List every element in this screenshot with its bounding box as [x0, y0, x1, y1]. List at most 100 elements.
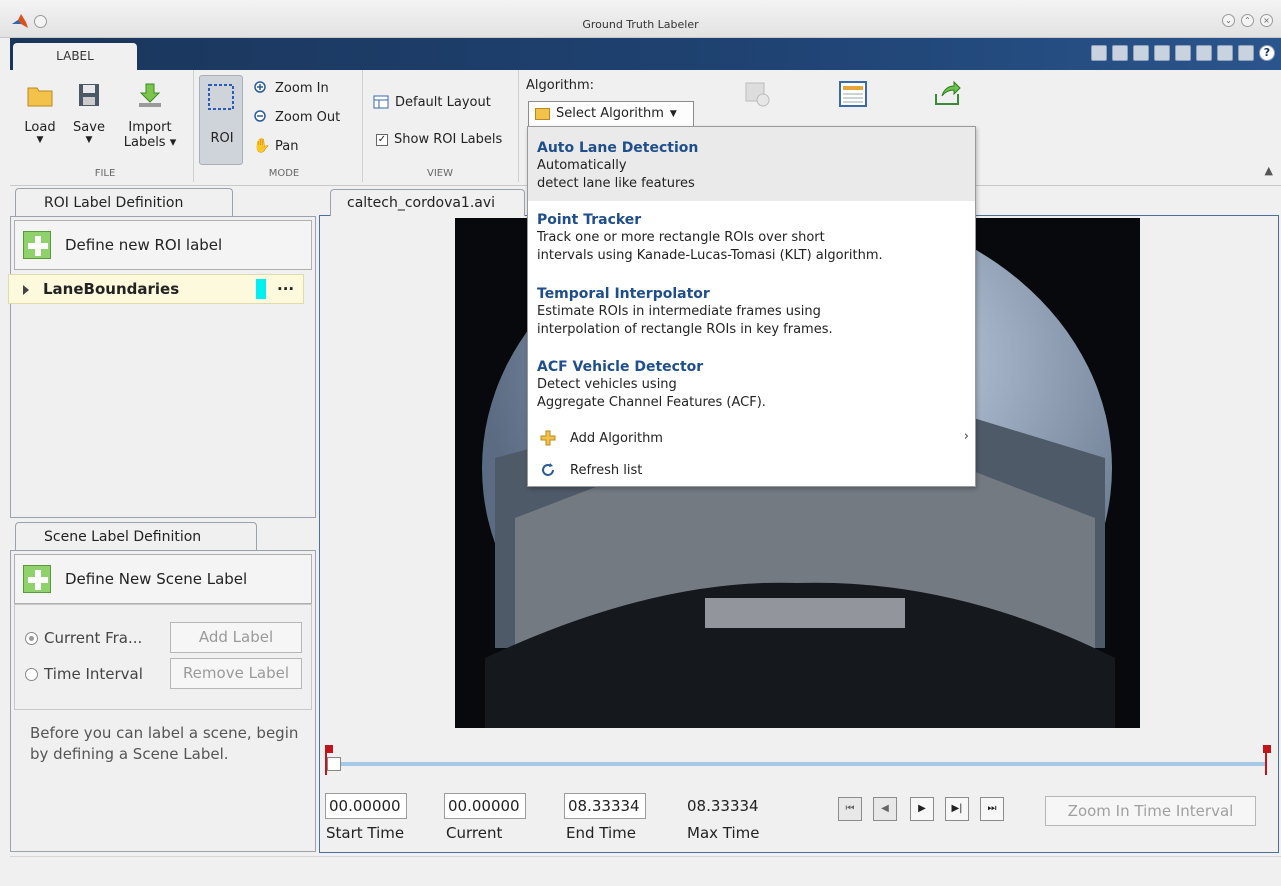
- label-options-icon[interactable]: ···: [277, 275, 294, 303]
- expand-arrow-icon[interactable]: [23, 285, 29, 295]
- menu-item-title: ACF Vehicle Detector: [537, 359, 704, 375]
- end-marker-line: [1265, 745, 1267, 775]
- tab-roi-label-definition[interactable]: ROI Label Definition: [15, 188, 233, 218]
- zoom-in-label: Zoom In: [275, 80, 329, 96]
- define-roi-label-button[interactable]: Define new ROI label: [14, 220, 312, 270]
- save-quick-icon[interactable]: [1112, 45, 1128, 61]
- radio-interval-label: Time Interval: [44, 665, 143, 683]
- add-label-button[interactable]: Add Label: [170, 622, 302, 653]
- hand-icon: ✋: [253, 138, 271, 154]
- menu-item-auto-lane-detection[interactable]: Auto Lane Detection Automatically detect…: [528, 127, 975, 201]
- default-layout-label: Default Layout: [395, 94, 491, 110]
- current-time-field[interactable]: 00.00000: [444, 793, 526, 819]
- roi-rectangle-icon: [208, 84, 234, 110]
- window-title: Ground Truth Labeler: [582, 18, 699, 31]
- define-scene-label-text: Define New Scene Label: [65, 570, 248, 588]
- end-time-field[interactable]: 08.33334: [564, 793, 646, 819]
- next-frame-icon[interactable]: ▶|: [945, 797, 969, 821]
- chevron-down-icon: ▼: [669, 109, 677, 119]
- remove-label-button[interactable]: Remove Label: [170, 658, 302, 689]
- roi-label-row[interactable]: LaneBoundaries ···: [8, 274, 304, 304]
- refresh-icon: [542, 463, 554, 476]
- first-frame-icon[interactable]: ⏮: [838, 797, 862, 821]
- window-controls: ⌄ ⌃ ×: [1222, 14, 1273, 27]
- define-roi-label-text: Define new ROI label: [65, 236, 223, 254]
- zoom-in-icon: [254, 81, 266, 93]
- undo-icon[interactable]: [1196, 45, 1212, 61]
- chevron-down-icon: ▼: [36, 135, 44, 145]
- timeline-slider[interactable]: [330, 762, 1266, 766]
- chevron-right-icon: ›: [963, 429, 969, 444]
- pan-label: Pan: [275, 138, 299, 154]
- section-view: VIEW: [427, 168, 453, 179]
- minimize-icon[interactable]: ⌄: [1222, 14, 1235, 27]
- divider: [362, 70, 363, 182]
- start-time-field[interactable]: 00.00000: [325, 793, 407, 819]
- zoom-in-button[interactable]: Zoom In: [253, 80, 329, 96]
- divider: [518, 70, 519, 182]
- import-label: Import: [128, 120, 172, 135]
- redo-icon[interactable]: [1217, 45, 1233, 61]
- select-algorithm-dropdown[interactable]: Select Algorithm ▼: [528, 101, 694, 127]
- menu-item-desc: Detect vehicles using: [537, 377, 677, 392]
- zoom-in-time-interval-button[interactable]: Zoom In Time Interval: [1045, 796, 1256, 826]
- chevron-down-icon: ▼: [85, 135, 93, 145]
- play-icon[interactable]: ▶: [910, 797, 934, 821]
- current-time-label: Current: [446, 824, 503, 842]
- title-bar: Ground Truth Labeler ⌄ ⌃ ×: [0, 0, 1281, 38]
- add-icon: [23, 565, 51, 593]
- shortcut-icon[interactable]: [1091, 45, 1107, 61]
- roi-button[interactable]: ROI: [199, 75, 243, 165]
- refresh-list-label: Refresh list: [570, 462, 643, 478]
- add-algorithm-menu-item[interactable]: Add Algorithm: [540, 430, 970, 446]
- define-scene-label-button[interactable]: Define New Scene Label: [14, 554, 312, 604]
- section-file: FILE: [94, 168, 116, 179]
- show-roi-labels-checkbox[interactable]: ✓ Show ROI Labels: [376, 132, 502, 147]
- tab-video-file[interactable]: caltech_cordova1.avi: [330, 189, 525, 216]
- scene-options-box: [14, 604, 312, 710]
- algorithm-label: Algorithm:: [526, 78, 595, 93]
- help-icon[interactable]: ?: [1259, 45, 1275, 61]
- max-time-value: 08.33334: [687, 797, 759, 815]
- refresh-list-menu-item[interactable]: Refresh list: [540, 462, 642, 478]
- ribbon-tab-bar: LABEL ?: [10, 38, 1281, 70]
- menu-item-temporal-interpolator[interactable]: Temporal Interpolator Estimate ROIs in i…: [528, 285, 975, 351]
- save-button[interactable]: Save ▼: [68, 82, 110, 145]
- copy-icon[interactable]: [1154, 45, 1170, 61]
- menu-item-acf-vehicle-detector[interactable]: ACF Vehicle Detector Detect vehicles usi…: [528, 358, 975, 424]
- cut-icon[interactable]: [1133, 45, 1149, 61]
- max-time-label: Max Time: [687, 824, 760, 842]
- pan-button[interactable]: ✋ Pan: [253, 138, 298, 154]
- current-time-handle[interactable]: [327, 757, 341, 771]
- last-frame-icon[interactable]: ⏭: [980, 797, 1004, 821]
- save-icon: [79, 84, 99, 106]
- menu-item-point-tracker[interactable]: Point Tracker Track one or more rectangl…: [528, 211, 975, 277]
- switch-window-icon[interactable]: [1238, 45, 1254, 61]
- menu-item-desc: Track one or more rectangle ROIs over sh…: [537, 230, 825, 245]
- end-time-label: End Time: [566, 824, 636, 842]
- previous-frame-icon[interactable]: ◀: [873, 797, 897, 821]
- import-labels-button[interactable]: Import Labels ▾: [118, 82, 182, 150]
- view-panel-icon: [839, 81, 867, 107]
- close-icon[interactable]: ×: [1260, 14, 1273, 27]
- maximize-icon[interactable]: ⌃: [1241, 14, 1254, 27]
- default-layout-button[interactable]: Default Layout: [373, 94, 491, 110]
- load-button[interactable]: Load ▼: [20, 82, 60, 145]
- quick-access-toolbar: ?: [1091, 45, 1275, 61]
- paste-icon[interactable]: [1175, 45, 1191, 61]
- menu-item-desc: interpolation of rectangle ROIs in key f…: [537, 322, 833, 337]
- add-algorithm-label: Add Algorithm: [570, 430, 663, 446]
- radio-current-frame[interactable]: Current Fra...: [25, 629, 142, 647]
- tab-scene-label-definition[interactable]: Scene Label Definition: [15, 522, 257, 552]
- zoom-out-icon: [254, 110, 266, 122]
- zoom-out-button[interactable]: Zoom Out: [253, 109, 340, 125]
- scene-hint-text: Before you can label a scene, begin by d…: [30, 724, 299, 763]
- roi-label: ROI: [210, 131, 234, 146]
- tab-label[interactable]: LABEL: [13, 43, 137, 70]
- status-bar: [10, 856, 1281, 886]
- collapse-ribbon-icon[interactable]: ▲: [1265, 164, 1273, 177]
- add-algorithm-icon: [540, 430, 556, 446]
- radio-time-interval[interactable]: Time Interval: [25, 665, 143, 683]
- section-mode: MODE: [268, 168, 300, 179]
- layout-icon: [373, 95, 389, 109]
